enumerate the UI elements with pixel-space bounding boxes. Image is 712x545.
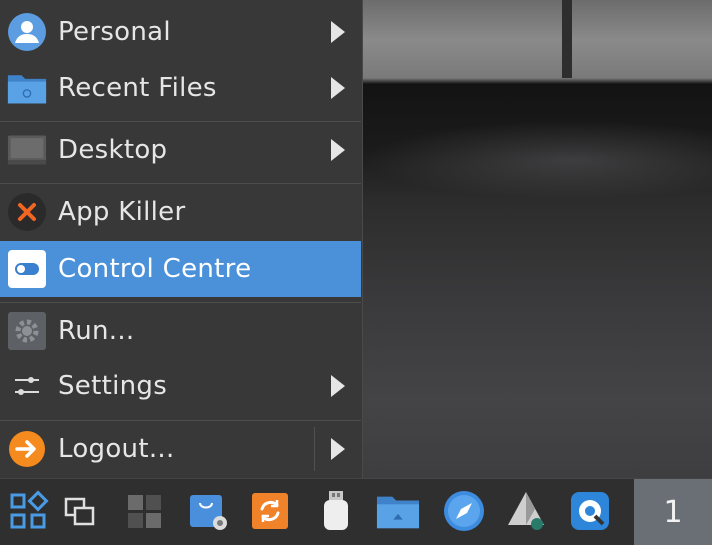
disk-utility-icon[interactable] [504,489,548,533]
update-icon[interactable] [248,489,292,533]
desktop-icon [7,130,47,170]
submenu-arrow-icon [331,138,345,161]
submenu-arrow-icon [331,437,345,460]
menu-item-label: App Killer [58,196,186,227]
window-switcher-icon[interactable] [58,489,102,533]
user-icon [7,12,47,52]
submenu-arrow-icon [331,21,345,43]
menu-item-app-killer[interactable]: App Killer [0,183,361,239]
toggle-icon [7,249,47,289]
workspace-indicator[interactable]: 1 [634,479,712,545]
menu-item-label: Recent Files [58,73,217,103]
wallpaper-detail [562,0,572,78]
gear-icon [7,311,47,351]
workspace-number: 1 [663,494,683,530]
files-folder-icon[interactable] [376,489,420,533]
menu-item-label: Personal [58,17,171,47]
menu-item-logout[interactable]: Logout... [0,420,361,476]
desktop-wallpaper [362,0,712,478]
menu-item-label: Logout... [58,433,175,464]
divider [314,426,315,471]
menu-item-run[interactable]: Run... [0,302,361,358]
menu-item-label: Settings [58,371,168,401]
menu-item-desktop[interactable]: Desktop [0,121,361,177]
submenu-arrow-icon [331,375,345,397]
folder-icon [7,68,47,108]
menu-item-label: Desktop [58,134,168,165]
workspaces-icon[interactable] [122,489,166,533]
menu-item-label: Run... [58,315,135,346]
software-store-icon[interactable] [186,489,230,533]
menu-item-control-centre[interactable]: Control Centre [0,241,361,297]
apps-grid-icon[interactable] [6,489,50,533]
menu-item-personal[interactable]: Personal [0,4,361,60]
menu-item-recent-files[interactable]: Recent Files [0,60,361,116]
sliders-icon [7,366,47,406]
wallpaper-detail [362,120,712,200]
kill-icon [7,192,47,232]
menu-item-settings[interactable]: Settings [0,358,361,414]
taskbar: 1 [0,478,712,545]
web-browser-icon[interactable] [442,489,486,533]
logout-icon [7,429,47,469]
submenu-arrow-icon [331,77,345,99]
application-menu: Personal Recent Files Desktop App Killer… [0,0,363,478]
usb-drive-icon[interactable] [314,489,358,533]
menu-item-label: Control Centre [58,254,252,284]
settings-tool-icon[interactable] [568,489,612,533]
